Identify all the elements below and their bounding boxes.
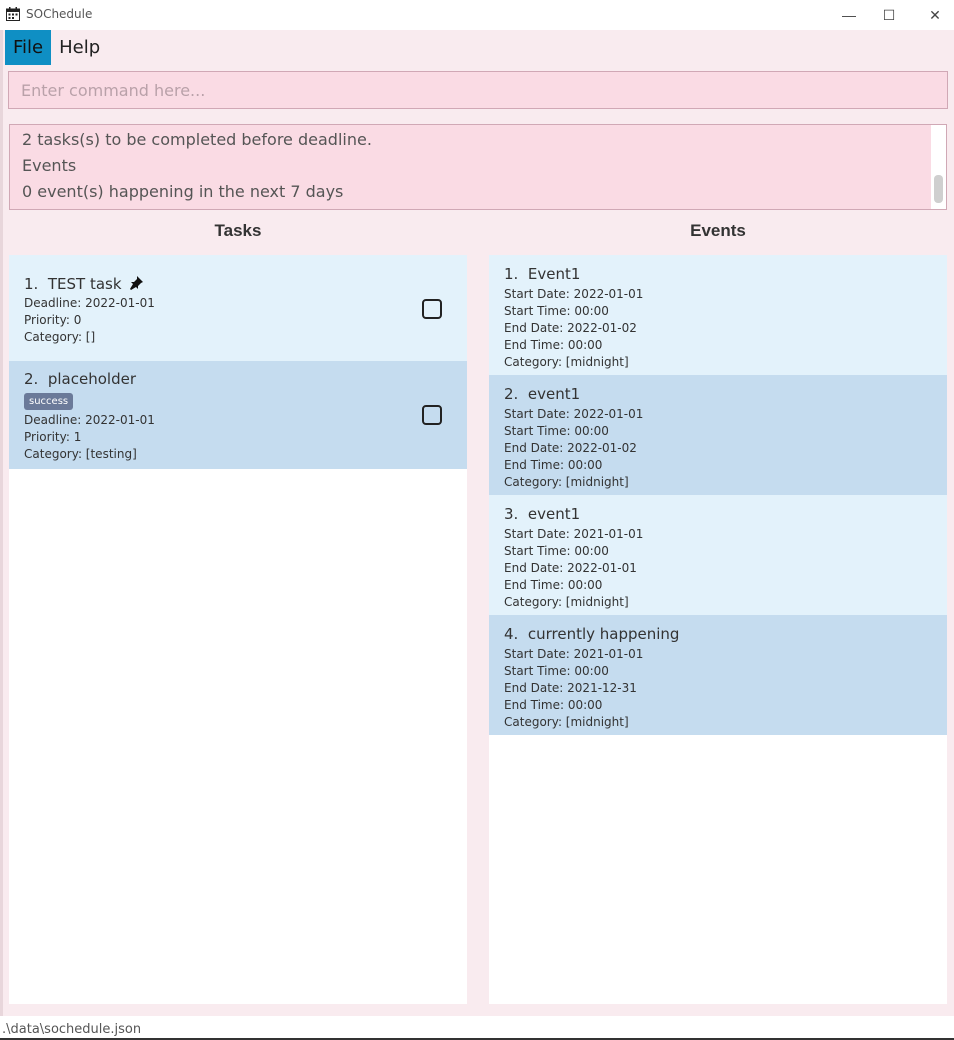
close-button[interactable]: ✕	[912, 0, 954, 30]
task-deadline: Deadline: 2022-01-01	[24, 413, 155, 427]
maximize-icon: ☐	[882, 6, 896, 23]
task-complete-checkbox[interactable]	[422, 299, 442, 319]
event-start-time: Start Time: 00:00	[504, 544, 609, 558]
events-panel-title: Events	[690, 221, 746, 240]
window-edge	[0, 30, 3, 1016]
result-display: 2 tasks(s) to be completed before deadli…	[9, 124, 947, 210]
event-index: 4.	[504, 625, 519, 643]
event-start-date: Start Date: 2022-01-01	[504, 407, 644, 421]
scrollbar-thumb[interactable]	[934, 175, 943, 203]
task-priority: Priority: 1	[24, 430, 82, 444]
calendar-icon	[6, 7, 20, 21]
window-title: SOChedule	[26, 7, 93, 21]
main-window: File Help 2 tasks(s) to be completed bef…	[0, 30, 954, 1016]
event-start-time: Start Time: 00:00	[504, 304, 609, 318]
event-name: Event1	[527, 265, 581, 283]
event-end-time: End Time: 00:00	[504, 698, 603, 712]
event-name: event1	[527, 385, 581, 403]
event-category: Category: [midnight]	[504, 355, 629, 369]
command-input[interactable]	[9, 72, 947, 108]
task-card[interactable]: 2. placeholder success Deadline: 2022-01…	[9, 361, 467, 469]
event-end-date: End Date: 2022-01-01	[504, 561, 637, 575]
event-card[interactable]: 2. event1 Start Date: 2022-01-01 Start T…	[489, 375, 947, 495]
task-name: TEST task	[47, 275, 122, 293]
status-bar: .\data\sochedule.json	[0, 1016, 954, 1040]
event-list[interactable]: 1. Event1 Start Date: 2022-01-01 Start T…	[489, 255, 947, 1004]
event-index: 2.	[504, 385, 519, 403]
event-start-time: Start Time: 00:00	[504, 664, 609, 678]
close-icon: ✕	[929, 6, 941, 23]
minimize-icon: —	[842, 7, 856, 23]
result-line: 2 tasks(s) to be completed before deadli…	[22, 130, 372, 149]
task-category: Category: [testing]	[24, 447, 137, 461]
event-end-date: End Date: 2021-12-31	[504, 681, 637, 695]
event-start-time: Start Time: 00:00	[504, 424, 609, 438]
command-box	[8, 71, 948, 109]
event-card[interactable]: 4. currently happening Start Date: 2021-…	[489, 615, 947, 735]
task-deadline: Deadline: 2022-01-01	[24, 296, 155, 310]
task-list[interactable]: 1. TEST task Deadline: 2022-01-01 Priori…	[9, 255, 467, 1004]
result-scrollbar[interactable]	[931, 125, 946, 209]
tasks-panel-title: Tasks	[214, 221, 262, 240]
task-category: Category: []	[24, 330, 96, 344]
task-name: placeholder	[47, 370, 136, 388]
event-index: 3.	[504, 505, 519, 523]
event-category: Category: [midnight]	[504, 595, 629, 609]
result-line: Events	[22, 156, 77, 175]
event-card[interactable]: 1. Event1 Start Date: 2022-01-01 Start T…	[489, 255, 947, 375]
event-category: Category: [midnight]	[504, 475, 629, 489]
menu-file[interactable]: File	[5, 30, 52, 65]
event-end-date: End Date: 2022-01-02	[504, 441, 637, 455]
event-start-date: Start Date: 2022-01-01	[504, 287, 644, 301]
pushpin-icon	[130, 276, 144, 290]
task-priority: Priority: 0	[24, 313, 82, 327]
event-start-date: Start Date: 2021-01-01	[504, 527, 644, 541]
task-card[interactable]: 1. TEST task Deadline: 2022-01-01 Priori…	[9, 255, 467, 361]
result-line: 0 event(s) happening in the next 7 days	[22, 182, 344, 201]
menu-bar: File Help	[5, 30, 108, 65]
maximize-button[interactable]: ☐	[866, 0, 912, 30]
event-start-date: Start Date: 2021-01-01	[504, 647, 644, 661]
task-tag: success	[24, 393, 74, 410]
task-complete-checkbox[interactable]	[422, 405, 442, 425]
title-bar: SOChedule — ☐ ✕	[0, 0, 954, 30]
data-file-path: .\data\sochedule.json	[2, 1022, 142, 1037]
task-index: 2.	[24, 370, 39, 388]
menu-help[interactable]: Help	[51, 30, 108, 65]
event-end-time: End Time: 00:00	[504, 458, 603, 472]
event-end-time: End Time: 00:00	[504, 578, 603, 592]
event-end-date: End Date: 2022-01-02	[504, 321, 637, 335]
event-end-time: End Time: 00:00	[504, 338, 603, 352]
event-card[interactable]: 3. event1 Start Date: 2021-01-01 Start T…	[489, 495, 947, 615]
event-name: currently happening	[527, 625, 680, 643]
event-name: event1	[527, 505, 581, 523]
task-index: 1.	[24, 275, 39, 293]
event-category: Category: [midnight]	[504, 715, 629, 729]
event-index: 1.	[504, 265, 519, 283]
